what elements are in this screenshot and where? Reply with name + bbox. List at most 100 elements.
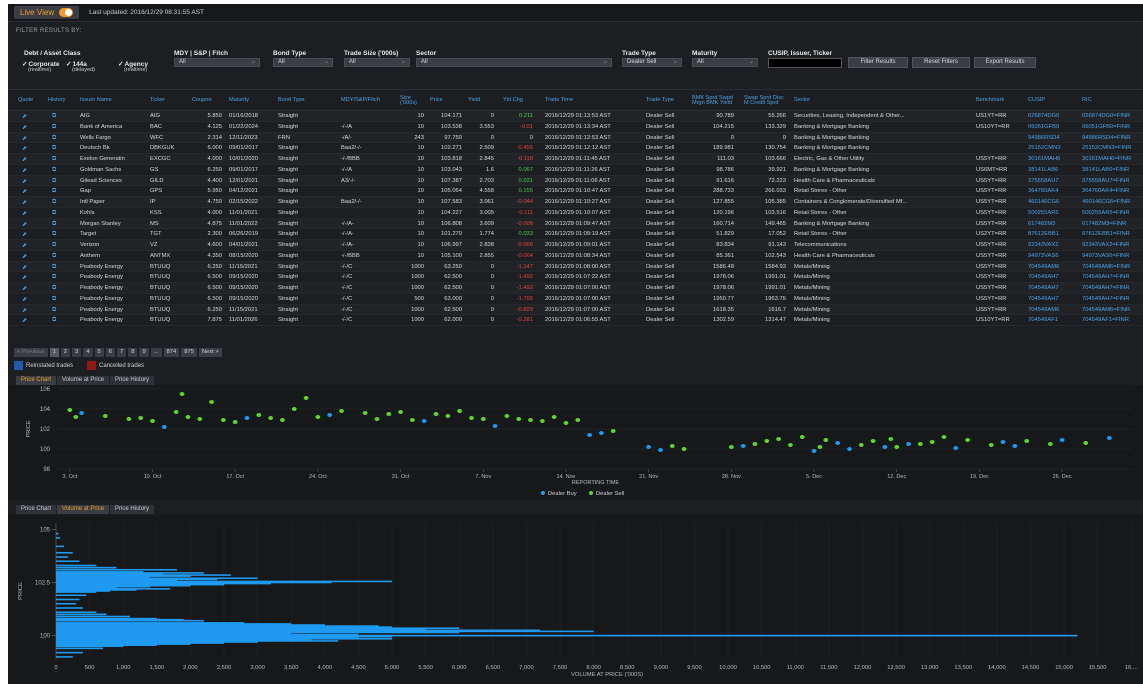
history-icon[interactable]: ⧉ (52, 124, 56, 131)
page-button[interactable]: 8 (128, 348, 138, 357)
dealer-sell-point[interactable] (457, 409, 463, 413)
table-cell[interactable]: 375558AU7=FINR (1082, 178, 1130, 184)
dealer-buy-point[interactable] (953, 446, 959, 450)
dealer-buy-point[interactable] (161, 425, 167, 429)
history-icon[interactable]: ⧉ (52, 231, 56, 238)
quote-icon[interactable]: ⬈ (22, 242, 27, 249)
dealer-sell-point[interactable] (102, 414, 108, 418)
dealer-sell-point[interactable] (575, 418, 581, 422)
reset-filters-button[interactable]: Reset Filters (912, 57, 970, 68)
dealer-sell-point[interactable] (303, 396, 309, 400)
dealer-sell-point[interactable] (374, 417, 380, 421)
quote-icon[interactable]: ⬈ (22, 221, 27, 228)
dealer-sell-point[interactable] (480, 417, 486, 421)
dealer-sell-point[interactable] (256, 413, 262, 417)
dealer-sell-point[interactable] (728, 445, 734, 449)
table-cell[interactable]: 704549AH7=FINR (1082, 285, 1130, 291)
table-row[interactable]: ⬈ ⧉ Morgan Stanley MS 4.875 11/01/2022 Straigh… (8, 218, 1143, 230)
page-button[interactable]: ... (150, 348, 162, 357)
dealer-sell-point[interactable] (138, 416, 144, 420)
dealer-sell-point[interactable] (220, 418, 226, 422)
tab-volume-at-price[interactable]: Volume at Price (57, 505, 110, 514)
table-cell[interactable]: 94973VAS6 (1028, 253, 1059, 259)
dealer-sell-point[interactable] (315, 415, 321, 419)
table-row[interactable]: ⬈ ⧉ Gilead Sciences GILD 4.400 12/01/2021 Stra… (8, 175, 1143, 187)
dealer-sell-point[interactable] (386, 412, 392, 416)
dealer-sell-point[interactable] (528, 418, 533, 422)
volume-bar[interactable] (56, 613, 107, 616)
maturity-select[interactable]: All ⌄ (692, 58, 758, 67)
column-header[interactable]: BMK Sprd Swpd Mrgn BMK Yield (692, 90, 734, 112)
volume-bar[interactable] (56, 537, 61, 539)
column-header[interactable]: Maturity (229, 90, 275, 112)
rating-select[interactable]: All ⌄ (174, 58, 260, 67)
volume-bar[interactable] (56, 598, 80, 601)
dealer-sell-point[interactable] (197, 417, 203, 421)
export-results-button[interactable]: Export Results (974, 57, 1036, 68)
table-cell[interactable]: 500255AR5 (1028, 210, 1059, 216)
quote-icon[interactable]: ⬈ (22, 167, 27, 174)
table-row[interactable]: ⬈ ⧉ Anthem ANTMX 4.350 08/15/2020 Straight -/-/… (8, 251, 1143, 262)
table-cell[interactable]: 92343VAX2 (1028, 242, 1059, 248)
table-cell[interactable]: 704549AM6 (1028, 307, 1059, 313)
column-header[interactable]: History (48, 90, 72, 112)
144a-checkbox[interactable]: ✓144a (delayed) (66, 60, 95, 73)
dealer-buy-point[interactable] (421, 419, 427, 423)
table-row[interactable]: ⬈ ⧉ Intl Paper IP 4.750 02/15/2022 Straight Baa… (8, 197, 1143, 208)
trade-type-select[interactable]: Dealer Sell ⌄ (622, 58, 682, 67)
dealer-sell-point[interactable] (409, 418, 415, 422)
dealer-sell-point[interactable] (1083, 441, 1089, 445)
table-row[interactable]: ⬈ ⧉ Peabody Energy BTUUQ 6.250 11/15/2021 Stra… (8, 261, 1143, 273)
dealer-buy-point[interactable] (811, 449, 817, 453)
dealer-sell-point[interactable] (362, 411, 368, 415)
dealer-buy-point[interactable] (835, 441, 841, 445)
filter-results-button[interactable]: Filter Results (848, 57, 908, 68)
dealer-sell-point[interactable] (965, 438, 971, 442)
volume-bar[interactable] (56, 607, 83, 609)
dealer-sell-point[interactable] (185, 415, 191, 419)
tab-price-chart[interactable]: Price Chart (16, 376, 57, 385)
history-icon[interactable]: ⧉ (52, 167, 56, 174)
table-cell[interactable]: 704549AF1=FINR (1082, 317, 1129, 323)
history-icon[interactable]: ⧉ (52, 253, 56, 260)
table-cell[interactable]: 364760AK4 (1028, 188, 1058, 194)
history-icon[interactable]: ⧉ (52, 274, 56, 281)
volume-bar[interactable] (56, 564, 97, 567)
dealer-sell-point[interactable] (291, 407, 297, 411)
table-cell[interactable]: 92343VAX2=FINR (1082, 242, 1129, 248)
dealer-buy-point[interactable] (327, 413, 333, 417)
column-header[interactable]: Price (430, 90, 462, 112)
dealer-buy-point[interactable] (79, 411, 85, 415)
column-header[interactable]: Size ('000s) (400, 90, 424, 112)
column-header[interactable]: Sector (794, 90, 970, 112)
quote-icon[interactable]: ⬈ (22, 285, 27, 292)
table-row[interactable]: ⬈ ⧉ Kohls KSS 4.000 11/01/2021 Straight 10 104.2… (8, 208, 1143, 219)
column-header[interactable]: MDY/S&P/Fitch (341, 90, 397, 112)
table-cell[interactable]: 704549AH7 (1028, 274, 1059, 280)
table-cell[interactable]: 026874DG0 (1028, 113, 1059, 119)
dealer-buy-point[interactable] (492, 424, 498, 428)
previous-page-button[interactable]: < Previous (14, 348, 48, 357)
dealer-sell-point[interactable] (339, 409, 344, 413)
quote-icon[interactable]: ⬈ (22, 253, 27, 260)
column-header[interactable]: Benchmark (976, 90, 1024, 112)
dealer-sell-point[interactable] (67, 408, 73, 412)
table-cell[interactable]: 30161MAH6=FINR (1082, 156, 1131, 162)
dealer-sell-point[interactable] (73, 415, 79, 419)
table-row[interactable]: ⬈ ⧉ Peabody Energy BTUUQ 6.500 09/15/2020 Stra… (8, 283, 1143, 294)
history-icon[interactable]: ⧉ (52, 156, 56, 163)
volume-bar[interactable] (56, 545, 65, 548)
page-button[interactable]: 5 (94, 348, 104, 357)
agency-checkbox[interactable]: ✓Agency (realtime) (118, 60, 148, 73)
tab-price-chart[interactable]: Price Chart (16, 505, 57, 514)
history-icon[interactable]: ⧉ (52, 145, 56, 152)
page-button[interactable]: 874 (163, 348, 180, 357)
table-cell[interactable]: 38141LAB6=FINR (1082, 167, 1129, 173)
corporate-checkbox[interactable]: ✓Corporate (realtime) (22, 60, 60, 73)
dealer-buy-point[interactable] (1000, 440, 1006, 444)
dealer-sell-point[interactable] (280, 418, 285, 422)
quote-icon[interactable]: ⬈ (22, 199, 27, 206)
dealer-sell-point[interactable] (126, 417, 132, 421)
history-icon[interactable]: ⧉ (52, 221, 56, 228)
table-row[interactable]: ⬈ ⧉ Peabody Energy BTUUQ 6.500 09/15/2020 Stra… (8, 272, 1143, 283)
